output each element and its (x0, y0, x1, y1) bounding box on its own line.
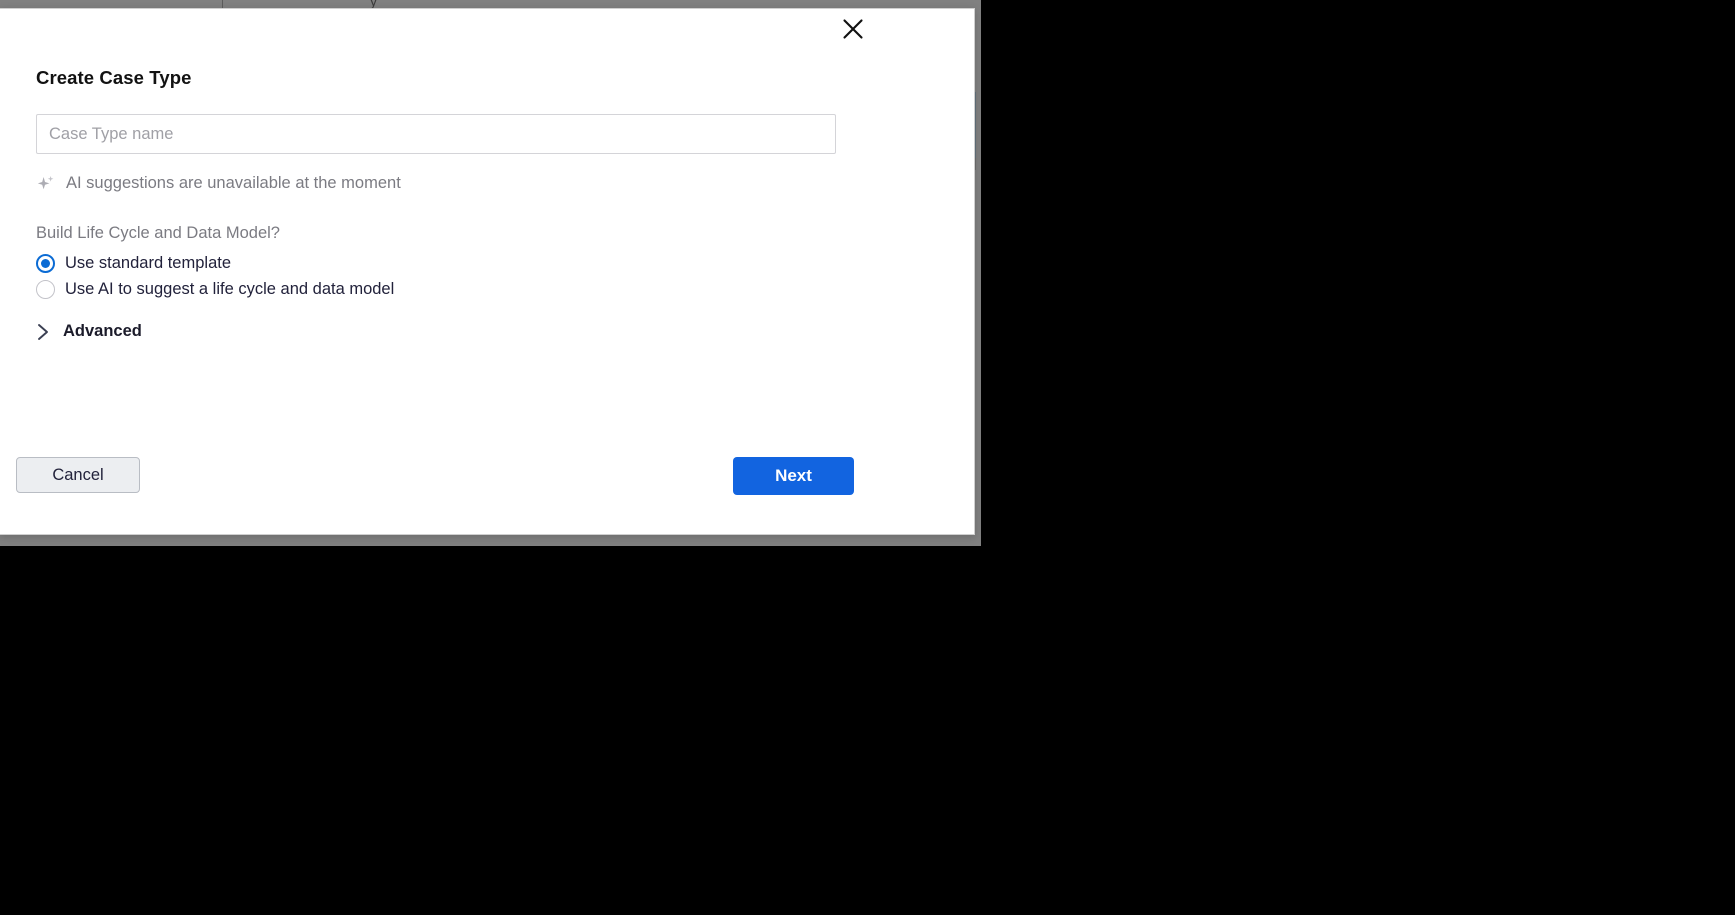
advanced-section-toggle[interactable]: Advanced (36, 320, 854, 344)
radio-indicator-selected (36, 254, 55, 274)
sparkle-icon (37, 176, 54, 190)
radio-label-ai-suggestion: Use AI to suggest a life cycle and data … (65, 280, 395, 299)
build-lifecycle-label: Build Life Cycle and Data Model? (36, 224, 280, 243)
dialog-body: Create Case Type AI suggestions are unav… (36, 67, 854, 344)
radio-use-ai-suggestion[interactable]: Use AI to suggest a life cycle and data … (36, 277, 854, 303)
cancel-button[interactable]: Cancel (16, 457, 140, 493)
radio-indicator-unselected (36, 280, 55, 300)
app-viewport: y Create Case Type AI suggestions are un… (0, 0, 981, 546)
page-title: Create Case Type (36, 67, 192, 88)
radio-use-standard-template[interactable]: Use standard template (36, 251, 854, 277)
case-type-name-input[interactable] (36, 114, 836, 155)
chevron-right-icon (38, 323, 48, 340)
ai-suggestions-note: AI suggestions are unavailable at the mo… (36, 173, 854, 193)
close-icon (843, 19, 863, 39)
radio-label-standard-template: Use standard template (65, 254, 232, 273)
close-button[interactable] (836, 12, 870, 46)
advanced-label: Advanced (63, 322, 142, 341)
create-case-type-dialog: Create Case Type AI suggestions are unav… (0, 8, 975, 535)
next-button[interactable]: Next (733, 457, 854, 495)
build-lifecycle-group: Build Life Cycle and Data Model? Use sta… (36, 225, 854, 344)
ai-suggestions-note-text: AI suggestions are unavailable at the mo… (66, 173, 401, 192)
dialog-footer: Cancel Next (0, 438, 974, 534)
